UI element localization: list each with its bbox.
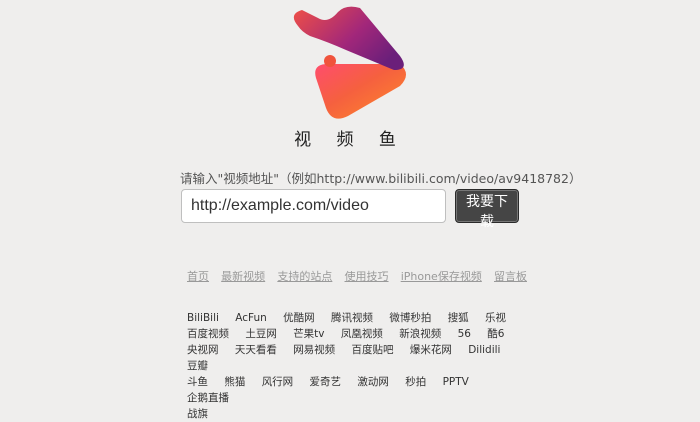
site-link[interactable]: 百度贴吧 xyxy=(352,342,394,358)
nav-links: 首页 最新视频 支持的站点 使用技巧 iPhone保存视频 留言板 xyxy=(187,268,527,284)
nav-link-guestbook[interactable]: 留言板 xyxy=(494,268,527,284)
nav-link-tips[interactable]: 使用技巧 xyxy=(345,268,389,284)
site-link[interactable]: 风行网 xyxy=(262,374,294,390)
site-link[interactable]: Dilidili xyxy=(468,342,500,358)
download-button[interactable]: 我要下载 xyxy=(455,189,519,230)
site-link[interactable]: 百度视频 xyxy=(187,326,229,342)
supported-sites-list: BiliBili AcFun 优酷网 腾讯视频 微博秒拍 搜狐 乐视 百度视频 … xyxy=(187,310,532,422)
site-link[interactable]: 央视网 xyxy=(187,342,219,358)
site-link[interactable]: 搜狐 xyxy=(448,310,469,326)
site-link[interactable]: 56 xyxy=(458,326,471,342)
site-link[interactable]: 激动网 xyxy=(357,374,389,390)
site-link[interactable]: 秒拍 xyxy=(405,374,426,390)
site-link[interactable]: 土豆网 xyxy=(245,326,277,342)
nav-link-supported-sites[interactable]: 支持的站点 xyxy=(277,268,332,284)
site-link[interactable]: 爆米花网 xyxy=(410,342,452,358)
site-link[interactable]: PPTV xyxy=(443,374,469,390)
site-link[interactable]: 酷6 xyxy=(487,326,504,342)
site-link[interactable]: 企鹅直播 xyxy=(187,390,229,406)
site-link[interactable]: 爱奇艺 xyxy=(310,374,342,390)
logo-icon xyxy=(293,6,406,119)
site-link[interactable]: 微博秒拍 xyxy=(389,310,431,326)
input-hint: 请输入"视频地址"（例如http://www.bilibili.com/vide… xyxy=(180,171,582,186)
nav-link-iphone-save[interactable]: iPhone保存视频 xyxy=(401,268,482,284)
site-link[interactable]: 熊猫 xyxy=(224,374,245,390)
site-link[interactable]: 凤凰视频 xyxy=(341,326,383,342)
site-title: 视 频 鱼 xyxy=(294,130,406,150)
site-link[interactable]: 豆瓣 xyxy=(187,358,208,374)
site-link[interactable]: 腾讯视频 xyxy=(331,310,373,326)
nav-link-latest-videos[interactable]: 最新视频 xyxy=(221,268,265,284)
site-link[interactable]: 战旗 xyxy=(187,406,208,422)
site-link[interactable]: 网易视频 xyxy=(293,342,335,358)
site-link[interactable]: 天天看看 xyxy=(235,342,277,358)
site-link[interactable]: 乐视 xyxy=(485,310,506,326)
site-link[interactable]: 优酷网 xyxy=(283,310,315,326)
site-link[interactable]: 芒果tv xyxy=(293,326,324,342)
video-url-input[interactable] xyxy=(181,189,446,223)
site-link[interactable]: BiliBili xyxy=(187,310,219,326)
site-link[interactable]: AcFun xyxy=(235,310,267,326)
site-link[interactable]: 斗鱼 xyxy=(187,374,208,390)
nav-link-home[interactable]: 首页 xyxy=(187,268,209,284)
site-link[interactable]: 新浪视频 xyxy=(399,326,441,342)
